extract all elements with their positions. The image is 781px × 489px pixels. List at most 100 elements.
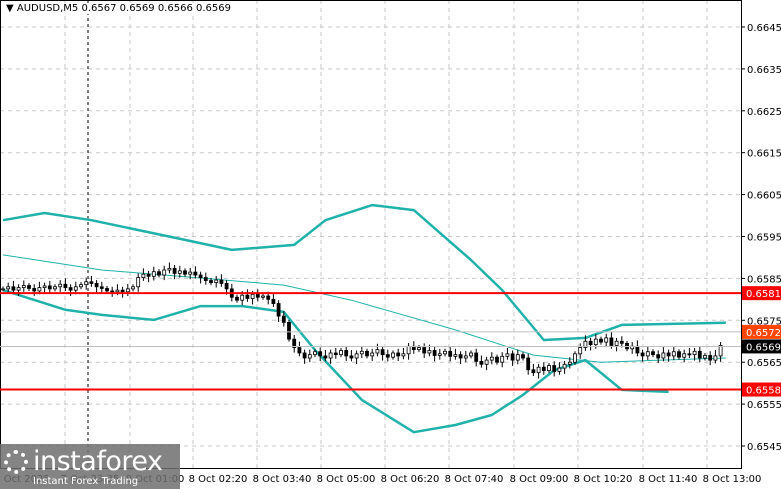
candle xyxy=(469,352,473,357)
bollinger-upper xyxy=(2,203,726,342)
y-tick-label: 0.6625 xyxy=(747,107,781,118)
candle xyxy=(422,347,427,354)
candle xyxy=(687,353,692,356)
price-chart[interactable]: 0.6645 0.6635 0.6625 0.6615 0.6605 0.6595 0.65… xyxy=(0,0,781,489)
candle xyxy=(84,281,89,286)
candle xyxy=(131,286,135,290)
y-tick-label: 0.6585 xyxy=(747,274,781,285)
candle xyxy=(42,285,47,289)
candle xyxy=(323,355,328,359)
y-tick-label: 0.6615 xyxy=(747,149,781,160)
bollinger-lower xyxy=(2,288,669,434)
candle xyxy=(235,296,239,301)
candle xyxy=(219,279,224,284)
x-tick-label: 8 Oct 13:00 xyxy=(703,474,762,485)
candle xyxy=(183,270,187,275)
candle xyxy=(593,338,598,346)
candle xyxy=(567,361,572,365)
y-tick-label: 0.6555 xyxy=(747,400,781,411)
candle xyxy=(151,271,156,277)
level-price-label: 0.6581 xyxy=(746,289,781,300)
instaforex-logo: instaforex Instant Forex Trading xyxy=(0,444,180,489)
candle xyxy=(645,351,650,357)
candle xyxy=(266,295,271,300)
candle xyxy=(27,285,31,289)
candle xyxy=(110,290,115,293)
candle xyxy=(370,352,375,357)
candle xyxy=(495,356,499,363)
candle xyxy=(328,352,333,359)
candle xyxy=(53,286,57,290)
candle xyxy=(401,353,406,357)
y-tick-label: 0.6645 xyxy=(747,23,781,34)
x-tick-label: 8 Oct 10:20 xyxy=(574,474,633,485)
candle xyxy=(318,351,323,357)
candle xyxy=(365,350,369,357)
candle xyxy=(349,355,354,359)
candle xyxy=(515,354,520,361)
y-tick-label: 0.6565 xyxy=(747,358,781,369)
candle xyxy=(437,353,442,356)
x-tick-label: 8 Oct 06:20 xyxy=(381,474,440,485)
candle xyxy=(635,345,640,354)
candle xyxy=(73,286,78,291)
candle xyxy=(599,338,603,343)
candle xyxy=(276,303,281,317)
level-price-label: 0.6558 xyxy=(746,386,781,397)
ask-price-label: 0.6572 xyxy=(746,328,781,339)
candle xyxy=(16,287,21,291)
candle xyxy=(115,289,120,293)
x-tick-label: 8 Oct 05:00 xyxy=(317,474,376,485)
candle xyxy=(99,286,104,289)
x-tick-label: 8 Oct 11:40 xyxy=(639,474,698,485)
candle xyxy=(697,350,702,359)
candle xyxy=(287,321,291,340)
candle xyxy=(245,294,250,299)
candle xyxy=(240,294,245,301)
candle xyxy=(63,283,68,289)
candle xyxy=(521,354,525,359)
candle xyxy=(105,288,109,292)
candle xyxy=(640,352,645,357)
candle xyxy=(427,350,432,354)
candle xyxy=(396,352,401,357)
candle xyxy=(359,350,364,355)
collapse-arrow-icon[interactable]: ▼ xyxy=(6,3,14,14)
candle xyxy=(188,271,193,275)
candle xyxy=(37,287,42,292)
x-tick-label: 8 Oct 07:40 xyxy=(445,474,504,485)
candle xyxy=(89,281,94,284)
x-tick-label: 8 Oct 09:00 xyxy=(510,474,569,485)
candle xyxy=(609,337,614,346)
plot-frame xyxy=(0,0,742,469)
candle xyxy=(448,350,453,357)
candle xyxy=(489,356,494,361)
candle xyxy=(671,351,676,357)
candle xyxy=(162,269,167,276)
candle xyxy=(79,284,83,288)
candle xyxy=(167,267,172,271)
logo-name: instaforex xyxy=(33,446,163,477)
candle xyxy=(281,315,286,323)
candle xyxy=(302,352,307,359)
candle xyxy=(552,365,557,372)
candle xyxy=(120,289,125,293)
bid-price-label: 0.6569 xyxy=(746,342,781,353)
candle xyxy=(661,352,666,359)
candle xyxy=(588,340,593,346)
y-tick-label: 0.6545 xyxy=(747,442,781,453)
candle xyxy=(703,355,707,359)
candle xyxy=(562,363,567,369)
candle xyxy=(651,351,655,356)
candle xyxy=(250,293,255,299)
ohlc-values: 0.6567 0.6569 0.6566 0.6569 xyxy=(81,3,231,14)
candle xyxy=(146,273,151,277)
candle xyxy=(614,340,619,346)
candle xyxy=(209,280,213,283)
candle xyxy=(297,347,302,354)
y-tick-label: 0.6635 xyxy=(747,65,781,76)
candle xyxy=(261,295,265,298)
candle xyxy=(94,283,99,288)
candle xyxy=(1,288,5,291)
candle xyxy=(224,283,229,290)
